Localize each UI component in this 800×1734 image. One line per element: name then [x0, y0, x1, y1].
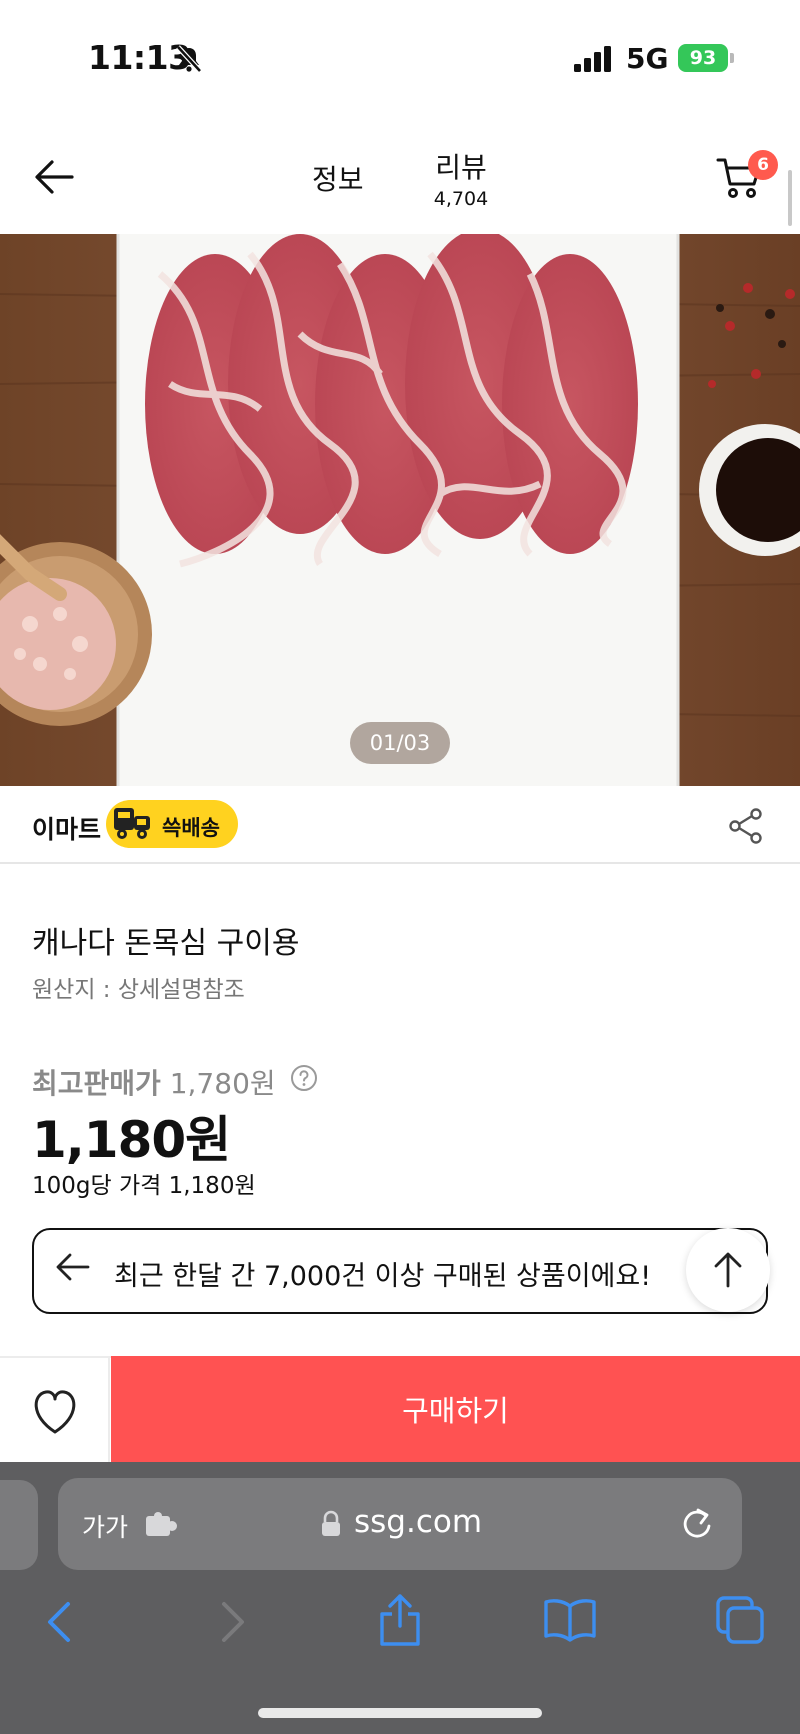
delivery-badge: 쓱배송 [106, 800, 238, 848]
home-indicator [258, 1708, 542, 1718]
image-counter-text: 01/03 [369, 731, 431, 755]
sale-price: 1,180원 [32, 1111, 231, 1169]
pork-neck-photo [0, 234, 800, 786]
bell-off-icon [176, 45, 202, 73]
buy-button[interactable]: 구매하기 [111, 1356, 800, 1462]
seller-row: 이마트 쓱배송 [0, 786, 800, 864]
cart-count-badge: 6 [748, 150, 778, 180]
signal-icon [574, 46, 611, 72]
reload-icon[interactable] [676, 1504, 716, 1544]
tab-review-label: 리뷰 [435, 151, 487, 184]
max-price-row: 최고판매가 1,780원 [32, 1062, 276, 1102]
delivery-label: 쓱배송 [162, 816, 220, 840]
truck-icon [114, 808, 150, 839]
heart-icon [34, 1390, 76, 1434]
product-title: 캐나다 돈목심 구이용 [32, 926, 300, 961]
arrow-left-icon [56, 1253, 90, 1281]
bottom-action-bar: 구매하기 [0, 1356, 800, 1462]
share-icon[interactable] [726, 806, 766, 846]
network-label: 5G [626, 42, 669, 75]
max-price: 1,780원 [169, 1067, 276, 1100]
buy-button-label: 구매하기 [402, 1394, 509, 1428]
tabs-icon[interactable] [714, 1594, 766, 1646]
chevron-right-icon[interactable] [212, 1598, 252, 1646]
battery-level: 93 [689, 47, 717, 69]
share-sheet-icon[interactable] [376, 1592, 424, 1648]
notice-banner: 최근 한달 간 7,000건 이상 구매된 상품이에요! [32, 1228, 768, 1314]
scroll-indicator [788, 170, 792, 226]
previous-tab-preview[interactable] [0, 1480, 38, 1570]
help-icon[interactable] [290, 1064, 318, 1092]
product-image[interactable]: 01/03 [0, 234, 800, 786]
address-bar[interactable]: 가가 ssg.com [58, 1478, 742, 1570]
extension-icon[interactable] [144, 1510, 180, 1540]
origin-text: 원산지 : 상세설명참조 [32, 977, 245, 1003]
battery-cap [730, 53, 734, 63]
battery-indicator: 93 [678, 44, 728, 72]
notice-prev-button[interactable] [40, 1224, 112, 1310]
wishlist-button[interactable] [0, 1358, 110, 1462]
image-counter: 01/03 [350, 722, 450, 764]
chevron-left-icon[interactable] [40, 1598, 80, 1646]
cart-count: 6 [757, 155, 769, 175]
back-arrow-icon[interactable] [30, 152, 80, 202]
scroll-top-button[interactable] [686, 1228, 770, 1312]
unit-price: 100g당 가격 1,180원 [32, 1173, 256, 1199]
text-size-button[interactable]: 가가 [82, 1508, 128, 1544]
tab-review[interactable]: 리뷰 4,704 [430, 146, 492, 210]
review-count: 4,704 [433, 188, 489, 210]
book-icon[interactable] [542, 1596, 598, 1644]
url-text: ssg.com [354, 1504, 483, 1540]
arrow-up-icon [714, 1252, 742, 1288]
lock-icon [322, 1510, 340, 1536]
browser-toolbar: 가가 ssg.com [0, 1462, 800, 1734]
product-header: 정보 리뷰 4,704 6 [0, 120, 800, 234]
max-price-label: 최고판매가 [32, 1067, 161, 1100]
status-bar: 11:13 5G 93 [0, 0, 800, 120]
seller-name[interactable]: 이마트 [32, 810, 101, 846]
notice-text: 최근 한달 간 7,000건 이상 구매된 상품이에요! [114, 1261, 652, 1292]
tab-info[interactable]: 정보 [312, 158, 364, 198]
